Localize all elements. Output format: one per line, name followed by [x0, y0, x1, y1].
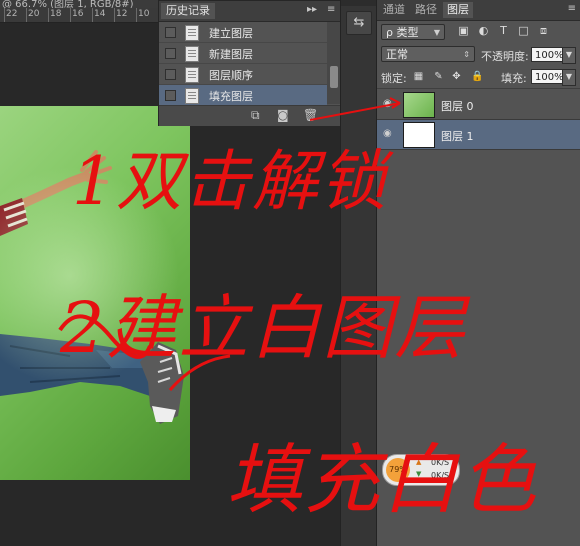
panel-menu-icon[interactable]: ≡: [568, 3, 576, 14]
image-filter-icon[interactable]: ▣: [457, 24, 470, 37]
download-arrow-icon: ▼: [416, 470, 422, 478]
history-panel: 历史记录 ▸▸ ≡ 建立图层 新建图层 图层顺序 填充图层 ⧉ ◙ 🗑: [158, 0, 342, 126]
network-speed-widget[interactable]: 79% ▲ ▼ 0K/S 0K/S: [382, 454, 460, 486]
speed-percent: 79%: [386, 458, 410, 482]
ruler-number: 12: [116, 9, 128, 19]
layer-thumbnail: [403, 92, 435, 118]
ruler-number: 20: [28, 9, 40, 19]
type-filter-icon[interactable]: T: [497, 24, 510, 37]
chevron-down-icon: ▼: [433, 28, 440, 37]
document-icon: [185, 88, 199, 104]
lock-position-icon[interactable]: ✥: [451, 71, 462, 82]
tab-history[interactable]: 历史记录: [161, 3, 215, 19]
blend-mode-value: 正常: [386, 48, 408, 61]
ruler-number: 22: [6, 9, 18, 19]
history-item[interactable]: 新建图层: [159, 43, 327, 64]
tab-layers[interactable]: 图层: [443, 2, 473, 18]
upload-speed: 0K/S: [431, 458, 450, 467]
filter-kind-icon: ρ: [386, 26, 393, 39]
ruler-number: 18: [50, 9, 62, 19]
download-speed: 0K/S: [431, 471, 450, 480]
history-brush-icon[interactable]: ⇆: [346, 11, 372, 35]
history-item[interactable]: 图层顺序: [159, 64, 327, 85]
layers-panel-tabs: 通道 路径 图层 ≡: [377, 0, 580, 21]
document-icon: [185, 25, 199, 41]
camera-icon[interactable]: ◙: [277, 108, 289, 122]
document-area: @ 66.7% (图层 1, RGB/8#) 22 20 18 16 14 12…: [0, 0, 342, 546]
lock-image-icon[interactable]: ✎: [433, 71, 444, 82]
document-icon: [185, 46, 199, 62]
history-snapshot-checkbox[interactable]: [165, 90, 176, 101]
lock-label: 锁定:: [381, 72, 407, 85]
horizontal-ruler: 22 20 18 16 14 12 10: [0, 8, 158, 23]
history-item-label: 图层顺序: [209, 69, 253, 82]
layer-name: 图层 1: [441, 130, 474, 143]
ruler-number: 10: [138, 9, 150, 19]
panel-menu-icon[interactable]: ≡: [327, 4, 335, 15]
lock-row: 锁定: ▦ ✎ ✥ 🔒 填充: 100% ▼: [377, 66, 580, 89]
ruler-number: 16: [72, 9, 84, 19]
opacity-value: 100%: [535, 50, 564, 61]
chevron-down-icon: ⇕: [463, 50, 470, 59]
new-document-icon[interactable]: ⧉: [251, 108, 260, 123]
scrollbar-thumb[interactable]: [330, 66, 338, 88]
layer-row[interactable]: ◉ 图层 0: [377, 90, 580, 120]
layer-name: 图层 0: [441, 100, 474, 113]
adjustment-filter-icon[interactable]: ◐: [477, 24, 490, 37]
tab-channels[interactable]: 通道: [379, 2, 409, 18]
fill-input[interactable]: 100% ▼: [531, 69, 576, 86]
canvas-highlight: [0, 166, 180, 386]
history-snapshot-checkbox[interactable]: [165, 69, 176, 80]
lock-transparent-icon[interactable]: ▦: [413, 71, 424, 82]
history-item-label: 新建图层: [209, 48, 253, 61]
history-item-active[interactable]: 填充图层: [159, 85, 327, 106]
history-footer: ⧉ ◙ 🗑: [159, 105, 341, 126]
image-canvas[interactable]: [0, 106, 190, 480]
document-icon: [185, 67, 199, 83]
collapse-panel-icon[interactable]: ▸▸: [307, 4, 317, 15]
shape-filter-icon[interactable]: □: [517, 24, 530, 37]
history-item[interactable]: 建立图层: [159, 22, 327, 43]
document-tab-title: @ 66.7% (图层 1, RGB/8#): [2, 0, 134, 8]
ruler-number: 14: [94, 9, 106, 19]
photoshop-window: @ 66.7% (图层 1, RGB/8#) 22 20 18 16 14 12…: [0, 0, 580, 546]
fill-value: 100%: [535, 72, 564, 83]
filter-kind-label: 类型: [396, 26, 419, 39]
history-item-label: 建立图层: [209, 27, 253, 40]
fill-label: 填充:: [501, 72, 527, 85]
blend-row: 正常 ⇕ 不透明度: 100% ▼: [377, 44, 580, 66]
trash-icon[interactable]: 🗑: [303, 108, 318, 122]
upload-arrow-icon: ▲: [416, 458, 422, 466]
layer-row-selected[interactable]: ◉ 图层 1: [377, 120, 580, 150]
eye-icon[interactable]: ◉: [383, 99, 397, 109]
history-snapshot-checkbox[interactable]: [165, 48, 176, 59]
layer-filter-row: ρ 类型 ▼ ▣ ◐ T □ ⧈: [377, 20, 580, 44]
opacity-input[interactable]: 100% ▼: [531, 47, 576, 64]
history-panel-header: 历史记录 ▸▸ ≡: [159, 1, 341, 22]
layer-thumbnail: [403, 122, 435, 148]
opacity-slider-toggle[interactable]: ▼: [562, 47, 576, 64]
history-list: 建立图层 新建图层 图层顺序 填充图层: [159, 22, 327, 106]
smart-object-filter-icon[interactable]: ⧈: [537, 24, 550, 37]
tab-paths[interactable]: 路径: [411, 2, 441, 18]
blend-mode-dropdown[interactable]: 正常 ⇕: [381, 46, 475, 62]
lock-all-icon[interactable]: 🔒: [471, 71, 483, 82]
fill-slider-toggle[interactable]: ▼: [562, 69, 576, 86]
document-tab[interactable]: @ 66.7% (图层 1, RGB/8#): [0, 0, 160, 8]
history-snapshot-checkbox[interactable]: [165, 27, 176, 38]
opacity-label: 不透明度:: [481, 50, 529, 63]
eye-icon[interactable]: ◉: [383, 129, 397, 139]
layer-filter-dropdown[interactable]: ρ 类型 ▼: [381, 24, 445, 40]
dock-strip: [341, 0, 376, 6]
panel-dock-toolbar: ⇆: [340, 0, 377, 546]
history-item-label: 填充图层: [209, 90, 253, 103]
history-scrollbar[interactable]: [327, 22, 341, 104]
